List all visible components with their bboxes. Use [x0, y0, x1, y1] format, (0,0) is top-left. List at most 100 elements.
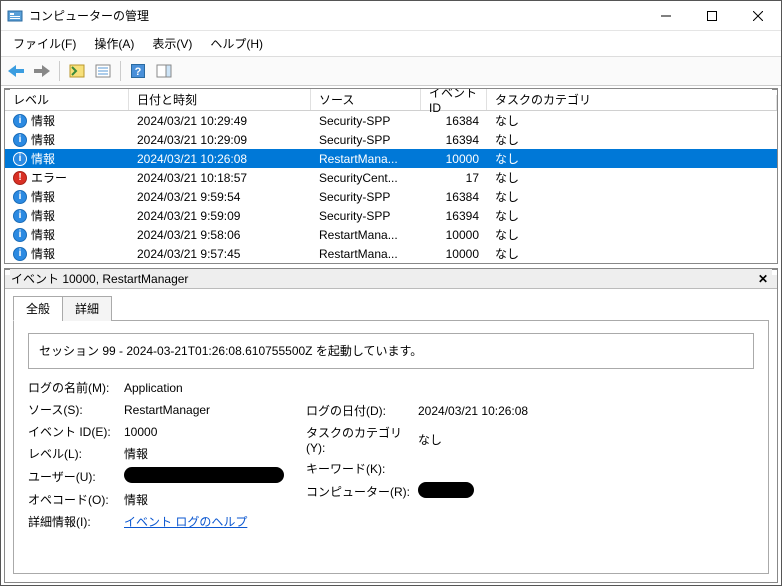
- action-pane-button[interactable]: [153, 60, 175, 82]
- cell-source: Security-SPP: [311, 133, 421, 147]
- cell-source: Security-SPP: [311, 114, 421, 128]
- detail-header: イベント 10000, RestartManager ✕: [5, 269, 777, 289]
- cell-level: エラー: [31, 169, 67, 186]
- menu-help[interactable]: ヘルプ(H): [202, 33, 271, 54]
- label-computer: コンピューター(R):: [306, 483, 418, 500]
- value-event-id: 10000: [124, 425, 157, 439]
- cell-event-id: 10000: [421, 247, 487, 261]
- info-icon: i: [13, 247, 27, 261]
- info-icon: i: [13, 209, 27, 223]
- cell-event-id: 16384: [421, 114, 487, 128]
- label-category: タスクのカテゴリ(Y):: [306, 424, 418, 455]
- cell-category: なし: [487, 245, 777, 262]
- content-area: レベル 日付と時刻 ソース イベント ID タスクのカテゴリ i情報2024/0…: [1, 86, 781, 585]
- properties-button[interactable]: [92, 60, 114, 82]
- label-source: ソース(S):: [28, 401, 124, 418]
- close-detail-button[interactable]: ✕: [755, 271, 771, 287]
- cell-level: 情報: [31, 150, 55, 167]
- column-event-id[interactable]: イベント ID: [421, 89, 487, 110]
- label-more-info: 詳細情報(I):: [28, 513, 124, 530]
- info-icon: i: [13, 228, 27, 242]
- pane-grip-icon: [772, 269, 778, 275]
- close-button[interactable]: [735, 1, 781, 31]
- error-icon: !: [13, 171, 27, 185]
- cell-event-id: 17: [421, 171, 487, 185]
- label-opcode: オペコード(O):: [28, 491, 124, 508]
- label-event-id: イベント ID(E):: [28, 423, 124, 440]
- table-row[interactable]: i情報2024/03/21 10:26:08RestartMana...1000…: [5, 149, 777, 168]
- label-logged: ログの日付(D):: [306, 402, 418, 419]
- props-right-column: ログの日付(D):2024/03/21 10:26:08 タスクのカテゴリ(Y)…: [306, 379, 528, 535]
- cell-category: なし: [487, 112, 777, 129]
- detail-body: 全般 詳細 セッション 99 - 2024-03-21T01:26:08.610…: [5, 289, 777, 582]
- cell-date: 2024/03/21 10:29:49: [129, 114, 311, 128]
- table-row[interactable]: i情報2024/03/21 10:29:09Security-SPP16394な…: [5, 130, 777, 149]
- forward-button[interactable]: [31, 60, 53, 82]
- info-icon: i: [13, 133, 27, 147]
- minimize-button[interactable]: [643, 1, 689, 31]
- table-row[interactable]: i情報2024/03/21 9:59:09Security-SPP16394なし: [5, 206, 777, 225]
- redacted-icon: [124, 467, 284, 483]
- menu-file[interactable]: ファイル(F): [5, 33, 84, 54]
- event-log-help-link[interactable]: イベント ログのヘルプ: [124, 513, 247, 530]
- cell-date: 2024/03/21 10:26:08: [129, 152, 311, 166]
- list-header: レベル 日付と時刻 ソース イベント ID タスクのカテゴリ: [5, 89, 777, 111]
- value-log-name: Application: [124, 381, 183, 395]
- window-controls: [643, 1, 781, 31]
- menu-view[interactable]: 表示(V): [144, 33, 200, 54]
- tab-general[interactable]: 全般: [13, 296, 63, 321]
- window-title: コンピューターの管理: [29, 7, 643, 24]
- table-row[interactable]: !エラー2024/03/21 10:18:57SecurityCent...17…: [5, 168, 777, 187]
- label-level: レベル(L):: [28, 445, 124, 462]
- cell-category: なし: [487, 150, 777, 167]
- event-properties: ログの名前(M):Application ソース(S):RestartManag…: [28, 379, 754, 535]
- event-list-pane: レベル 日付と時刻 ソース イベント ID タスクのカテゴリ i情報2024/0…: [4, 88, 778, 264]
- table-row[interactable]: i情報2024/03/21 9:58:06RestartMana...10000…: [5, 225, 777, 244]
- cell-date: 2024/03/21 9:59:09: [129, 209, 311, 223]
- event-message: セッション 99 - 2024-03-21T01:26:08.610755500…: [28, 333, 754, 369]
- show-hide-tree-button[interactable]: [66, 60, 88, 82]
- event-rows: i情報2024/03/21 10:29:49Security-SPP16384な…: [5, 111, 777, 263]
- cell-level: 情報: [31, 112, 55, 129]
- column-level[interactable]: レベル: [5, 89, 129, 110]
- maximize-button[interactable]: [689, 1, 735, 31]
- cell-source: Security-SPP: [311, 190, 421, 204]
- cell-source: RestartMana...: [311, 152, 421, 166]
- value-user: [124, 467, 284, 486]
- column-source[interactable]: ソース: [311, 89, 421, 110]
- event-detail-pane: イベント 10000, RestartManager ✕ 全般 詳細 セッション…: [4, 268, 778, 583]
- table-row[interactable]: i情報2024/03/21 9:57:45RestartMana...10000…: [5, 244, 777, 263]
- value-level: 情報: [124, 445, 148, 462]
- detail-tabs: 全般 詳細: [13, 295, 769, 321]
- toolbar-separator: [59, 61, 60, 81]
- app-icon: [7, 8, 23, 24]
- cell-event-id: 10000: [421, 228, 487, 242]
- info-icon: i: [13, 114, 27, 128]
- cell-level: 情報: [31, 131, 55, 148]
- detail-header-text: イベント 10000, RestartManager: [11, 270, 188, 287]
- redacted-icon: [418, 482, 474, 498]
- cell-source: SecurityCent...: [311, 171, 421, 185]
- detail-content: セッション 99 - 2024-03-21T01:26:08.610755500…: [13, 321, 769, 574]
- cell-category: なし: [487, 188, 777, 205]
- cell-level: 情報: [31, 188, 55, 205]
- cell-date: 2024/03/21 9:59:54: [129, 190, 311, 204]
- label-log-name: ログの名前(M):: [28, 379, 124, 396]
- column-category[interactable]: タスクのカテゴリ: [487, 89, 777, 110]
- table-row[interactable]: i情報2024/03/21 9:59:54Security-SPP16384なし: [5, 187, 777, 206]
- tab-details[interactable]: 詳細: [62, 296, 112, 321]
- back-button[interactable]: [5, 60, 27, 82]
- cell-category: なし: [487, 207, 777, 224]
- menu-action[interactable]: 操作(A): [86, 33, 142, 54]
- table-row[interactable]: i 情報 2024/03/21 10:29:49Security-SPP16384な…: [5, 111, 777, 130]
- cell-date: 2024/03/21 9:58:06: [129, 228, 311, 242]
- label-user: ユーザー(U):: [28, 468, 124, 485]
- cell-source: Security-SPP: [311, 209, 421, 223]
- cell-event-id: 16384: [421, 190, 487, 204]
- help-button[interactable]: ?: [127, 60, 149, 82]
- pane-grip-icon: [4, 269, 10, 275]
- cell-category: なし: [487, 226, 777, 243]
- column-date[interactable]: 日付と時刻: [129, 89, 311, 110]
- cell-event-id: 16394: [421, 209, 487, 223]
- cell-event-id: 10000: [421, 152, 487, 166]
